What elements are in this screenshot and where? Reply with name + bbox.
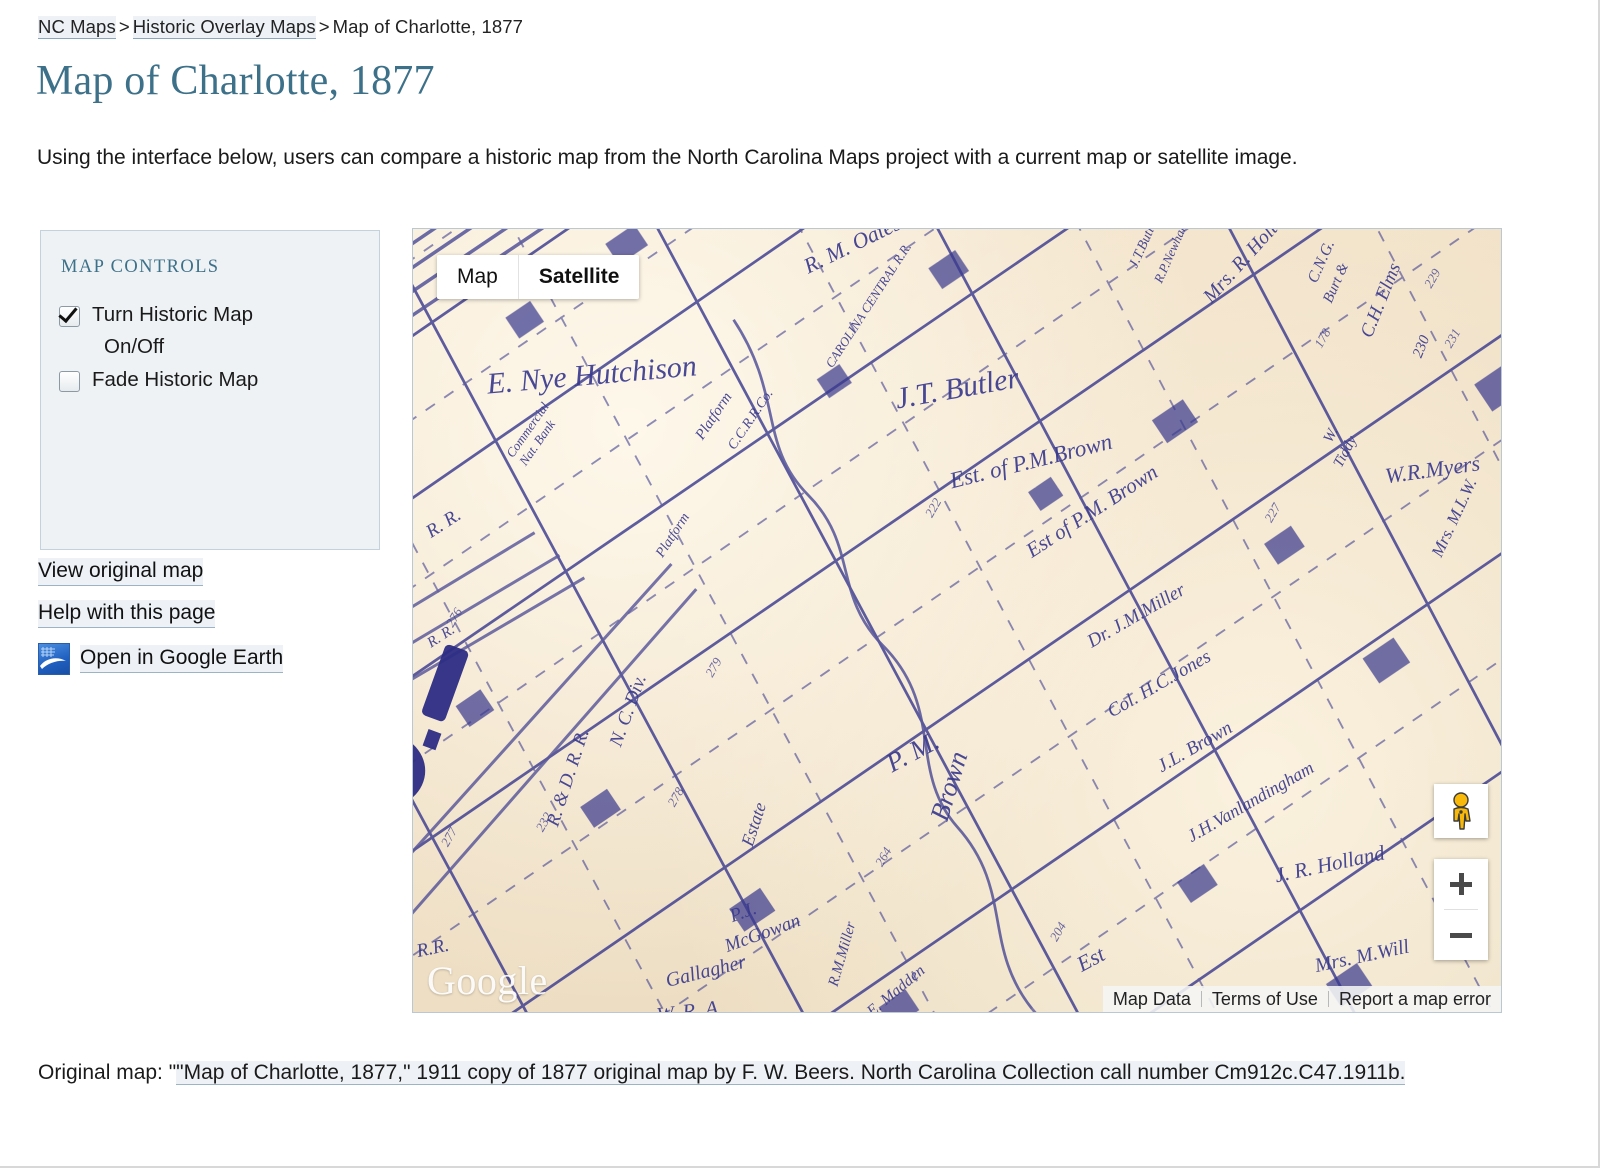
attribution-report-map-error[interactable]: Report a map error [1328,986,1501,1012]
caption-link[interactable]: "Map of Charlotte, 1877," 1911 copy of 1… [176,1061,1406,1085]
minus-icon [1450,924,1472,946]
map-controls-panel: MAP CONTROLS Turn Historic Map On/Off Fa… [40,230,380,550]
checkbox-row-fade-historic-map[interactable]: Fade Historic Map [59,364,359,396]
checkbox-label-line1: Turn Historic Map [92,303,253,326]
checkbox-turn-historic-map[interactable] [59,306,80,327]
map-type-control[interactable]: Map Satellite [437,255,640,299]
google-watermark: Google [427,958,548,1003]
caption-prefix: Original map: " [38,1061,177,1084]
attribution-map-data[interactable]: Map Data [1102,986,1201,1012]
open-in-google-earth-row[interactable]: Open in Google Earth [38,643,284,675]
page-title: Map of Charlotte, 1877 [36,58,435,104]
plus-icon [1450,873,1472,895]
checkbox-label-fade-historic-map: Fade Historic Map [92,368,259,391]
checkbox-fade-historic-map[interactable] [59,371,80,392]
page-root: NC Maps > Historic Overlay Maps > Map of Cha… [0,0,1600,1168]
map-type-button-map[interactable]: Map [437,255,518,299]
checkbox-label-turn-historic-map: Turn Historic Map On/Off [92,299,253,363]
open-in-google-earth-link[interactable]: Open in Google Earth [80,645,284,673]
breadcrumb-separator-1: > [118,16,130,37]
map-viewport[interactable]: E. Nye Hutchison Commercial Nat. Bank R.… [412,228,1502,1013]
help-with-this-page-link[interactable]: Help with this page [38,600,216,628]
view-original-map-link[interactable]: View original map [38,558,204,586]
checkbox-row-turn-historic-map[interactable]: Turn Historic Map On/Off [59,299,359,363]
checkbox-label-line2: On/Off [104,335,165,358]
google-earth-icon [38,643,70,675]
breadcrumb-separator-2: > [318,16,330,37]
historic-map-ink-layer [413,229,1501,1012]
pegman-street-view-icon[interactable] [1434,784,1488,838]
original-map-caption: Original map: ""Map of Charlotte, 1877,"… [38,1055,1498,1091]
breadcrumb-current: Map of Charlotte, 1877 [332,16,524,37]
zoom-control[interactable] [1434,859,1488,960]
breadcrumb: NC Maps > Historic Overlay Maps > Map of Cha… [38,16,524,39]
breadcrumb-link-nc-maps[interactable]: NC Maps [38,16,116,39]
attribution-terms-of-use[interactable]: Terms of Use [1201,986,1328,1012]
breadcrumb-link-historic-overlay-maps[interactable]: Historic Overlay Maps [132,16,316,39]
zoom-in-button[interactable] [1434,859,1488,909]
intro-paragraph: Using the interface below, users can com… [37,146,1298,169]
map-controls-heading: MAP CONTROLS [61,257,220,277]
map-type-button-satellite[interactable]: Satellite [517,255,640,299]
zoom-out-button[interactable] [1434,910,1488,960]
